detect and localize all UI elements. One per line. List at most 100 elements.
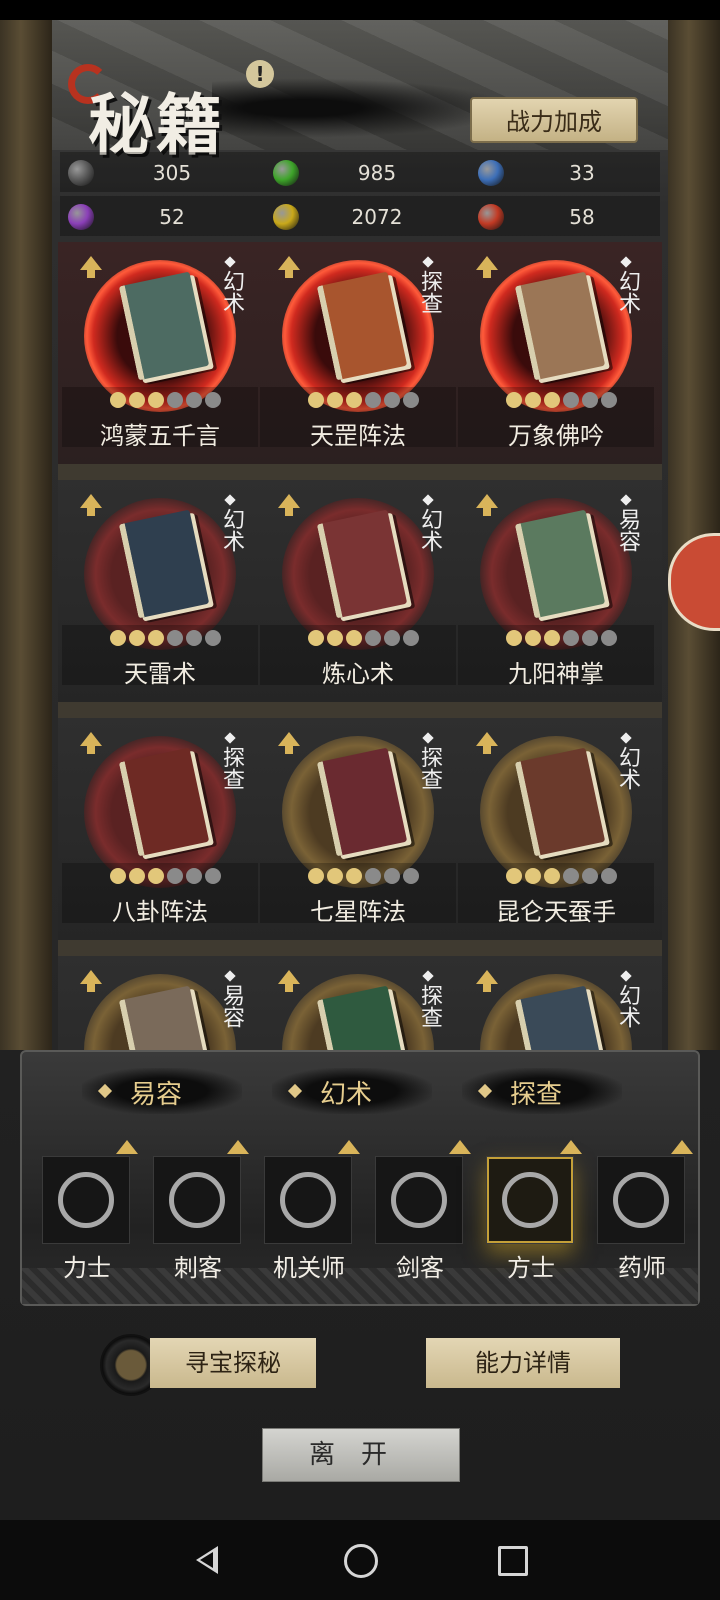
upgrade-arrow-icon [476, 494, 498, 516]
star-icon [327, 630, 343, 646]
class-tab[interactable]: 力士 [32, 1140, 138, 1282]
star-icon [525, 868, 541, 884]
star-icon [544, 392, 560, 408]
upgrade-arrow-icon [476, 970, 498, 992]
book-card[interactable]: 易容 [62, 956, 258, 1050]
star-icon [167, 630, 183, 646]
diamond-icon [422, 494, 434, 506]
home-icon[interactable] [336, 1536, 384, 1584]
star-icon [601, 868, 617, 884]
diamond-icon [620, 494, 632, 506]
book-card[interactable]: 探查 [260, 956, 456, 1050]
star-icon [205, 868, 221, 884]
treasure-hunt-button[interactable]: 寻宝探秘 [150, 1338, 316, 1388]
ability-details-button[interactable]: 能力详情 [426, 1338, 620, 1388]
row-divider [58, 464, 662, 480]
star-icon [365, 868, 381, 884]
book-card[interactable]: 易容 九阳神掌 [458, 480, 654, 702]
diamond-icon [224, 494, 236, 506]
book-type: 幻术 [615, 984, 640, 1028]
star-icon [601, 392, 617, 408]
book-card[interactable]: 幻术 炼心术 [260, 480, 456, 702]
exclamation-icon[interactable]: ! [246, 60, 274, 88]
book-card[interactable]: 幻术 昆仑天蚕手 [458, 718, 654, 940]
class-name: 药师 [618, 1254, 666, 1282]
frame-left [0, 20, 52, 1050]
filter-disguise[interactable]: 易容 [82, 1068, 242, 1114]
dagger-icon [169, 1172, 225, 1228]
book-card[interactable]: 幻术 [458, 956, 654, 1050]
resource-gray: 305 [52, 152, 257, 196]
status-bar [0, 0, 720, 20]
book-card[interactable]: 探查 天罡阵法 [260, 242, 456, 464]
star-rating [308, 392, 428, 412]
upgrade-arrow-icon [338, 1140, 360, 1154]
filter-label: 幻术 [320, 1080, 373, 1110]
power-bonus-button[interactable]: 战力加成 [470, 97, 638, 143]
class-tab[interactable]: 药师 [587, 1140, 693, 1282]
star-rating [308, 630, 428, 650]
upgrade-arrow-icon [80, 732, 102, 754]
filter-investigate[interactable]: 探查 [462, 1068, 622, 1114]
book-card[interactable]: 幻术万象佛吟 [458, 242, 654, 464]
diamond-icon [422, 970, 434, 982]
leave-button[interactable]: 离开 [262, 1428, 460, 1482]
yin-yang-icon [502, 1172, 558, 1228]
system-nav-bar [0, 1520, 720, 1600]
book-type: 幻术 [219, 508, 244, 552]
star-icon [506, 630, 522, 646]
class-tab[interactable]: 剑客 [365, 1140, 471, 1282]
star-icon [110, 868, 126, 884]
upgrade-arrow-icon [278, 970, 300, 992]
recents-icon[interactable] [488, 1536, 536, 1584]
gear-icon [280, 1172, 336, 1228]
resource-value: 2072 [351, 205, 403, 229]
purple-orb-icon [68, 204, 94, 230]
star-icon [129, 392, 145, 408]
book-type: 幻术 [219, 270, 244, 314]
class-name: 方士 [507, 1254, 555, 1282]
class-tab[interactable]: 方士 [476, 1140, 582, 1282]
star-icon [129, 630, 145, 646]
class-name: 力士 [63, 1254, 111, 1282]
row-divider [58, 702, 662, 718]
book-card[interactable]: 幻术 鸿蒙五千言 [62, 242, 258, 464]
class-selector-panel: 易容 幻术 探查 力士 刺客 机关师 剑客 方士 药师 [20, 1050, 700, 1306]
book-name: 天雷术 [124, 660, 196, 688]
star-icon [167, 868, 183, 884]
star-icon [110, 630, 126, 646]
star-icon [384, 868, 400, 884]
back-icon[interactable] [184, 1536, 232, 1584]
star-icon [346, 868, 362, 884]
star-rating [110, 392, 230, 412]
book-card[interactable]: 探查 七星阵法 [260, 718, 456, 940]
filter-label: 易容 [130, 1080, 183, 1110]
star-icon [563, 392, 579, 408]
class-tab[interactable]: 刺客 [143, 1140, 249, 1282]
sword-icon [391, 1172, 447, 1228]
upgrade-arrow-icon [671, 1140, 693, 1154]
star-icon [186, 630, 202, 646]
row-divider [58, 940, 662, 956]
resource-purple: 52 [52, 196, 257, 240]
star-rating [110, 868, 230, 888]
book-card[interactable]: 幻术天雷术 [62, 480, 258, 702]
green-orb-icon [273, 160, 299, 186]
book-name: 万象佛吟 [508, 422, 604, 450]
book-type: 探查 [417, 270, 442, 314]
book-card[interactable]: 探查 八卦阵法 [62, 718, 258, 940]
class-name: 剑客 [396, 1254, 444, 1282]
star-rating [506, 630, 626, 650]
book-type: 幻术 [615, 270, 640, 314]
diamond-icon [224, 970, 236, 982]
filter-illusion[interactable]: 幻术 [272, 1068, 432, 1114]
book-name: 炼心术 [322, 660, 394, 688]
star-icon [525, 392, 541, 408]
star-icon [148, 392, 164, 408]
diamond-icon [224, 256, 236, 268]
class-tab[interactable]: 机关师 [254, 1140, 360, 1282]
upgrade-arrow-icon [278, 256, 300, 278]
star-icon [403, 868, 419, 884]
upgrade-arrow-icon [116, 1140, 138, 1154]
star-icon [327, 392, 343, 408]
